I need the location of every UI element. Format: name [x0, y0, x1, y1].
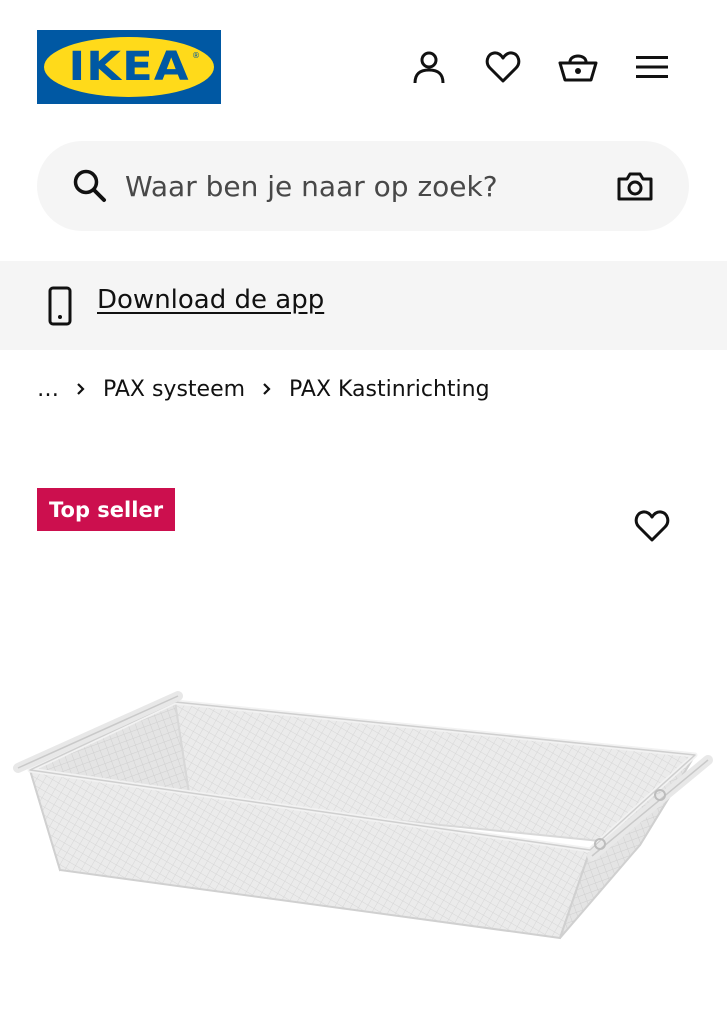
account-button[interactable] — [407, 45, 451, 89]
chevron-right-icon — [59, 382, 103, 396]
logo-oval: IKEA ® — [44, 37, 214, 97]
product-image-wire-basket[interactable] — [0, 660, 727, 1024]
page: IKEA ® Waar ben je naar op zoek? Downloa… — [0, 0, 727, 1024]
breadcrumb-item-pax-kastinrichting[interactable]: PAX Kastinrichting — [289, 377, 489, 402]
phone-icon — [48, 286, 72, 326]
breadcrumb-item-more[interactable]: … — [37, 377, 59, 402]
top-seller-badge: Top seller — [37, 488, 176, 531]
breadcrumb-item-pax-systeem[interactable]: PAX systeem — [103, 377, 245, 402]
ikea-logo[interactable]: IKEA ® — [37, 30, 221, 104]
search-input[interactable] — [125, 161, 595, 211]
app-download-banner: Download de app — [0, 261, 727, 350]
heart-icon — [485, 51, 521, 83]
user-icon — [413, 51, 445, 84]
logo-registered-mark: ® — [192, 51, 200, 60]
menu-icon — [636, 56, 668, 78]
download-app-link[interactable]: Download de app — [97, 285, 324, 315]
basket-button[interactable] — [556, 45, 600, 89]
search-icon[interactable] — [71, 167, 109, 205]
search-bar[interactable] — [37, 141, 689, 231]
logo-text: IKEA — [68, 44, 190, 90]
breadcrumb: … PAX systeem PAX Kastinrichting — [37, 372, 490, 406]
header: IKEA ® — [0, 0, 727, 130]
add-to-favorites-button[interactable] — [630, 504, 674, 548]
basket-icon — [558, 54, 598, 82]
camera-icon[interactable] — [615, 167, 655, 207]
heart-icon — [634, 510, 670, 542]
menu-button[interactable] — [630, 45, 674, 89]
chevron-right-icon — [245, 382, 289, 396]
favorites-button[interactable] — [481, 45, 525, 89]
